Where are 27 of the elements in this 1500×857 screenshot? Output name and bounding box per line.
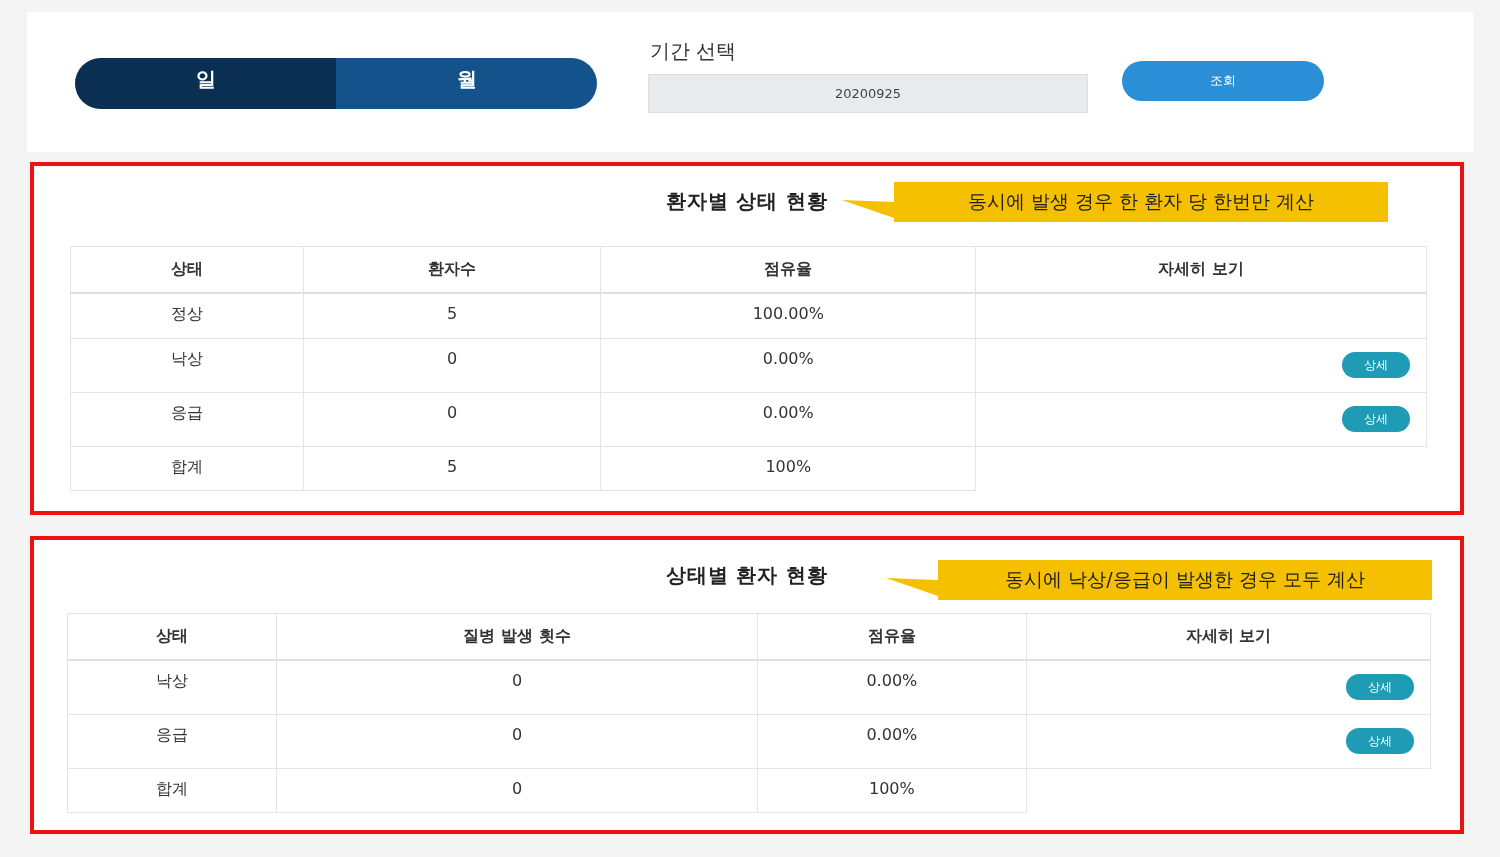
table-cell: 낙상 (67, 660, 278, 715)
table-cell: 100% (600, 446, 977, 491)
table-cell: 정상 (70, 293, 304, 339)
column-header: 상태 (67, 613, 278, 661)
table-cell: 100% (756, 768, 1027, 813)
period-tab[interactable]: 월 (336, 57, 597, 109)
period-tab[interactable]: 일 (75, 57, 336, 109)
table-cell: 합계 (67, 768, 278, 813)
column-header: 자세히 보기 (1025, 613, 1431, 661)
callout-note: 동시에 발생 경우 한 환자 당 한번만 계산 (894, 182, 1388, 222)
column-header: 점유율 (600, 246, 977, 294)
section-title: 상태별 환자 현황 (665, 562, 829, 589)
period-label: 기간 선택 (649, 37, 738, 65)
detail-button[interactable]: 상세 (1346, 674, 1414, 700)
column-header: 환자수 (302, 246, 602, 294)
callout-note: 동시에 낙상/응급이 발생한 경우 모두 계산 (938, 560, 1432, 600)
column-header: 자세히 보기 (975, 246, 1427, 294)
detail-button[interactable]: 상세 (1346, 728, 1414, 754)
date-field[interactable]: 20200925 (648, 73, 1088, 113)
detail-button[interactable]: 상세 (1342, 352, 1410, 378)
section-title: 환자별 상태 현황 (665, 188, 829, 215)
column-header: 점유율 (756, 613, 1027, 661)
column-header: 상태 (70, 246, 304, 294)
detail-button[interactable]: 상세 (1342, 406, 1410, 432)
column-header: 질병 발생 횟수 (276, 613, 758, 661)
search-button[interactable]: 조회 (1122, 61, 1324, 101)
table-cell: 합계 (70, 446, 304, 491)
